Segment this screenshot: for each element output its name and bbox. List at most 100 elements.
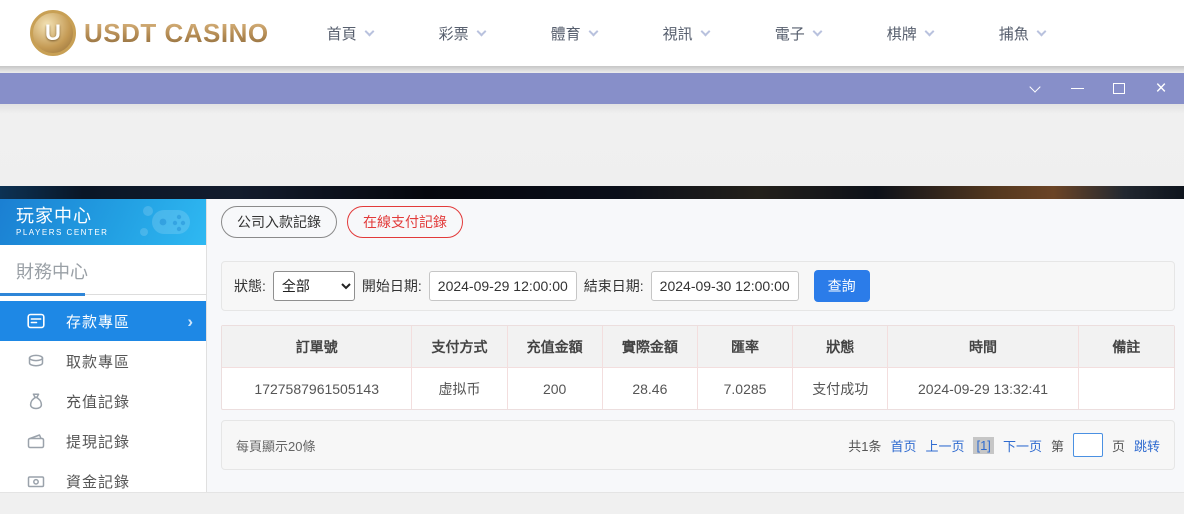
sidebar-item-withdraw-zone[interactable]: 取款專區 ›: [0, 341, 206, 381]
page-size-text: 每頁顯示20條: [236, 438, 316, 454]
cell-remark: [1079, 368, 1174, 409]
withdraw-icon: [27, 352, 45, 370]
status-label: 狀態:: [234, 278, 266, 294]
chevron-down-icon: [812, 26, 823, 36]
sidebar-menu: 存款專區 › 取款專區 ›: [0, 301, 206, 492]
main-nav: 首頁 彩票 體育 視訊 電子 棋牌 捕魚: [326, 23, 1047, 44]
maximize-icon: [1113, 83, 1125, 94]
finance-center-section-title: 財務中心: [16, 262, 88, 282]
sidebar: 玩家中心 PLAYERS CENTER 財務中心 存款專區 › 取款專區 充值記…: [0, 199, 207, 492]
minimize-icon: [1070, 87, 1084, 90]
end-date-input[interactable]: [650, 271, 799, 301]
window-collapse-button[interactable]: [1024, 80, 1046, 98]
sidebar-item-label: 提現記錄: [66, 433, 131, 451]
jump-suffix-text: 页: [1111, 438, 1125, 454]
sidebar-item-recharge-records[interactable]: 充值記錄 ›: [0, 381, 206, 421]
pagination-controls: 共1条 首页 上一页 [1] 下一页 第 页 跳转: [848, 433, 1160, 457]
tab-company-deposit-records[interactable]: 公司入款記錄: [221, 206, 337, 238]
window-maximize-button[interactable]: [1108, 80, 1130, 98]
nav-label: 棋牌: [886, 25, 917, 43]
start-date-label: 開始日期:: [361, 278, 422, 294]
dark-banner-strip: [0, 186, 1184, 199]
col-header-order-no: 訂單號: [222, 326, 413, 368]
sidebar-header: 玩家中心 PLAYERS CENTER: [0, 199, 206, 245]
col-header-status: 狀態: [793, 326, 889, 368]
record-tabs: 公司入款記錄 在線支付記錄: [221, 206, 1175, 238]
empty-gray-area: [0, 104, 1184, 186]
sidebar-item-label: 取款專區: [66, 353, 131, 371]
jump-prefix-text: 第: [1050, 438, 1064, 454]
cell-time: 2024-09-29 13:32:41: [888, 368, 1079, 409]
cell-order-no: 1727587961505143: [222, 368, 413, 409]
col-header-exchange-rate: 匯率: [697, 326, 794, 368]
nav-item-sports[interactable]: 體育: [551, 23, 599, 44]
prev-page-link[interactable]: 上一页: [925, 436, 964, 455]
wallet-icon: [27, 432, 45, 450]
cell-payment-method: 虚拟币: [412, 368, 508, 409]
nav-item-lottery[interactable]: 彩票: [438, 23, 487, 44]
total-count-text: 共1条: [848, 438, 882, 454]
jump-action-link[interactable]: 跳转: [1134, 436, 1160, 455]
start-date-input[interactable]: [428, 271, 577, 301]
tab-online-payment-records[interactable]: 在線支付記錄: [347, 206, 463, 238]
players-center-title: 玩家中心: [16, 205, 92, 226]
table-row: 1727587961505143 虚拟币 200 28.46 7.0285 支付…: [222, 368, 1174, 409]
nav-item-live[interactable]: 視訊: [662, 23, 711, 44]
sidebar-item-label: 充值記錄: [66, 393, 131, 411]
sidebar-item-funds-records[interactable]: 資金記錄 ›: [0, 461, 206, 492]
players-center-subtitle: PLAYERS CENTER: [16, 228, 109, 238]
table-header-row: 訂單號 支付方式 充值金額 實際金額 匯率 狀態 時間 備註: [222, 326, 1174, 368]
col-header-time: 時間: [888, 326, 1079, 368]
close-icon: ×: [1155, 78, 1167, 99]
nav-item-slots[interactable]: 電子: [774, 23, 823, 44]
nav-label: 彩票: [438, 25, 469, 43]
page-jump-input[interactable]: [1072, 433, 1103, 457]
next-page-link[interactable]: 下一页: [1003, 436, 1042, 455]
nav-item-cards[interactable]: 棋牌: [886, 23, 935, 44]
main-panel: 公司入款記錄 在線支付記錄 狀態: 全部 開始日期: 結束日期: 查詢 訂單號 …: [207, 199, 1184, 492]
window-close-button[interactable]: ×: [1150, 78, 1172, 99]
sidebar-item-label: 存款專區: [66, 313, 131, 331]
chevron-down-icon: [364, 26, 375, 36]
pagination-bar: 每頁顯示20條 共1条 首页 上一页 [1] 下一页 第 页 跳转: [221, 420, 1175, 470]
cell-status: 支付成功: [793, 368, 889, 409]
nav-item-fishing[interactable]: 捕魚: [999, 23, 1047, 44]
nav-item-home[interactable]: 首頁: [326, 23, 375, 44]
header-separator: [0, 66, 1184, 73]
content-area: 玩家中心 PLAYERS CENTER 財務中心 存款專區 › 取款專區 充值記…: [0, 199, 1184, 492]
chevron-down-icon: [924, 26, 935, 36]
nav-label: 電子: [774, 25, 805, 43]
col-header-remark: 備註: [1078, 326, 1174, 368]
window-titlebar: ×: [0, 73, 1184, 104]
window-controls: ×: [1024, 78, 1172, 99]
status-select[interactable]: 全部: [272, 271, 355, 301]
first-page-link[interactable]: 首页: [890, 436, 916, 455]
chevron-down-icon: [700, 26, 711, 36]
filter-bar: 狀態: 全部 開始日期: 結束日期: 查詢: [221, 261, 1175, 311]
logo-text: USDT CASINO: [84, 17, 269, 48]
nav-label: 首頁: [326, 25, 357, 43]
logo-coin-icon: U: [30, 10, 76, 56]
col-header-actual-amount: 實際金額: [602, 326, 698, 368]
cell-actual-amount: 28.46: [603, 368, 698, 409]
sidebar-item-withdrawal-records[interactable]: 提現記錄 ›: [0, 421, 206, 461]
chevron-down-icon: [1036, 26, 1047, 36]
end-date-label: 結束日期:: [583, 278, 644, 294]
chevron-down-icon: [588, 26, 599, 36]
money-bag-icon: [27, 392, 45, 410]
search-button[interactable]: 查詢: [813, 270, 870, 302]
cell-exchange-rate: 7.0285: [698, 368, 794, 409]
gamepad-icon: [140, 206, 190, 236]
sidebar-item-label: 資金記錄: [66, 473, 131, 491]
sidebar-item-deposit-zone[interactable]: 存款專區 ›: [0, 301, 206, 341]
nav-label: 視訊: [662, 25, 693, 43]
col-header-recharge-amount: 充值金額: [507, 326, 603, 368]
footer-strip: [0, 492, 1184, 514]
deposit-icon: [27, 312, 45, 330]
col-header-payment-method: 支付方式: [412, 326, 508, 368]
top-header: U USDT CASINO 首頁 彩票 體育 視訊 電子 棋牌 捕魚: [0, 0, 1184, 66]
chevron-right-icon: ›: [187, 311, 193, 331]
logo[interactable]: U USDT CASINO: [30, 10, 269, 56]
window-minimize-button[interactable]: [1066, 80, 1088, 98]
records-table: 訂單號 支付方式 充值金額 實際金額 匯率 狀態 時間 備註 172758796…: [221, 325, 1175, 410]
